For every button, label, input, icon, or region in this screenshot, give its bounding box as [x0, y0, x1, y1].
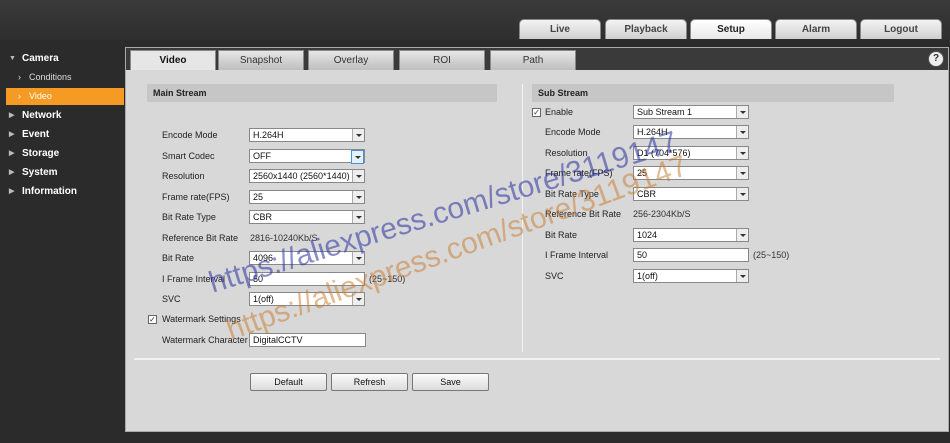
sub-encode-mode-select[interactable]: H.264H: [633, 125, 749, 139]
main-ref-bit-rate-value: 2816-10240Kb/S: [250, 233, 318, 243]
main-i-frame-label: I Frame Interval: [162, 274, 226, 284]
triangle-down-icon: ▼: [9, 55, 16, 62]
chevron-down-icon: [352, 170, 364, 182]
save-button[interactable]: Save: [412, 373, 489, 391]
main-bit-rate-type-label: Bit Rate Type: [162, 212, 216, 222]
sub-i-frame-range: (25~150): [753, 250, 790, 260]
tab-playback[interactable]: Playback: [605, 19, 687, 39]
tab-video[interactable]: Video: [130, 50, 216, 70]
triangle-right-icon: ▶: [9, 150, 15, 157]
sub-bit-rate-type-label: Bit Rate Type: [545, 189, 599, 199]
triangle-right-icon: ▶: [9, 169, 15, 176]
main-encode-mode-label: Encode Mode: [162, 130, 218, 140]
stream-divider: [522, 84, 523, 352]
chevron-down-icon: [736, 229, 748, 241]
chevron-right-icon: ›: [18, 91, 21, 101]
main-bit-rate-select[interactable]: 4096: [249, 251, 365, 265]
watermark-char-input[interactable]: DigitalCCTV: [249, 333, 366, 347]
sidebar-item-system[interactable]: ▶ System: [0, 164, 124, 182]
sidebar-item-network[interactable]: ▶ Network: [0, 107, 124, 125]
sidebar-item-video[interactable]: › Video: [6, 88, 124, 105]
default-button[interactable]: Default: [250, 373, 327, 391]
chevron-down-icon: [736, 188, 748, 200]
chevron-down-icon: [736, 147, 748, 159]
main-frame-rate-select[interactable]: 25: [249, 190, 365, 204]
triangle-right-icon: ▶: [9, 112, 15, 119]
sub-enable-label: Enable: [545, 107, 574, 117]
sub-frame-rate-select[interactable]: 25: [633, 166, 749, 180]
main-i-frame-input[interactable]: 50: [249, 272, 365, 286]
main-svc-select[interactable]: 1(off): [249, 292, 365, 306]
tab-alarm[interactable]: Alarm: [775, 19, 857, 39]
main-stream-header: Main Stream: [147, 84, 497, 102]
help-icon[interactable]: ?: [928, 51, 944, 67]
sub-bit-rate-label: Bit Rate: [545, 230, 578, 240]
chevron-down-icon: [352, 129, 364, 141]
refresh-button[interactable]: Refresh: [331, 373, 408, 391]
sub-svc-label: SVC: [545, 271, 564, 281]
sidebar-item-camera[interactable]: ▼ Camera: [0, 50, 124, 68]
watermark-char-label: Watermark Character: [162, 335, 248, 345]
main-frame-rate-label: Frame rate(FPS): [162, 192, 230, 202]
watermark-checkbox[interactable]: ✓: [148, 315, 157, 324]
sub-stream-header: Sub Stream: [532, 84, 894, 102]
tab-live[interactable]: Live: [519, 19, 601, 39]
main-bit-rate-type-select[interactable]: CBR: [249, 210, 365, 224]
tab-snapshot[interactable]: Snapshot: [218, 50, 304, 70]
main-bit-rate-label: Bit Rate: [162, 253, 195, 263]
sub-stream-select[interactable]: Sub Stream 1: [633, 105, 749, 119]
chevron-down-icon: [351, 150, 364, 164]
sub-enable-checkbox[interactable]: ✓: [532, 108, 541, 117]
sub-i-frame-input[interactable]: 50: [633, 248, 749, 262]
sub-tab-bar: Video Snapshot Overlay ROI Path ?: [126, 48, 948, 70]
triangle-right-icon: ▶: [9, 131, 15, 138]
chevron-down-icon: [736, 167, 748, 179]
sidebar-item-storage[interactable]: ▶ Storage: [0, 145, 124, 163]
sub-i-frame-label: I Frame Interval: [545, 250, 609, 260]
sub-resolution-label: Resolution: [545, 148, 588, 158]
tab-logout[interactable]: Logout: [860, 19, 942, 39]
main-svc-label: SVC: [162, 294, 181, 304]
chevron-down-icon: [352, 211, 364, 223]
chevron-down-icon: [352, 191, 364, 203]
main-panel: Video Snapshot Overlay ROI Path ? Main S…: [125, 47, 949, 432]
sub-bit-rate-select[interactable]: 1024: [633, 228, 749, 242]
sub-ref-bit-rate-value: 256-2304Kb/S: [633, 209, 691, 219]
chevron-down-icon: [736, 106, 748, 118]
chevron-down-icon: [352, 252, 364, 264]
chevron-down-icon: [736, 270, 748, 282]
main-smart-codec-select[interactable]: OFF: [249, 149, 365, 164]
main-i-frame-range: (25~150): [369, 274, 406, 284]
chevron-down-icon: [352, 293, 364, 305]
sub-encode-mode-label: Encode Mode: [545, 127, 601, 137]
top-bar: Live Playback Setup Alarm Logout: [0, 0, 950, 40]
sidebar-item-event[interactable]: ▶ Event: [0, 126, 124, 144]
watermark-settings-label: Watermark Settings: [162, 314, 241, 324]
sub-svc-select[interactable]: 1(off): [633, 269, 749, 283]
triangle-right-icon: ▶: [9, 188, 15, 195]
main-encode-mode-select[interactable]: H.264H: [249, 128, 365, 142]
tab-overlay[interactable]: Overlay: [308, 50, 394, 70]
chevron-down-icon: [736, 126, 748, 138]
tab-roi[interactable]: ROI: [399, 50, 485, 70]
main-resolution-select[interactable]: 2560x1440 (2560*1440): [249, 169, 365, 183]
chevron-right-icon: ›: [18, 72, 21, 82]
sub-frame-rate-label: Frame rate(FPS): [545, 168, 613, 178]
main-resolution-label: Resolution: [162, 171, 205, 181]
buttons-divider: [134, 358, 940, 360]
tab-path[interactable]: Path: [490, 50, 576, 70]
sidebar: ▼ Camera › Conditions › Video ▶ Network ▶ Eve…: [0, 44, 124, 443]
sidebar-item-information[interactable]: ▶ Information: [0, 183, 124, 201]
sub-ref-bit-rate-label: Reference Bit Rate: [545, 209, 622, 219]
main-ref-bit-rate-label: Reference Bit Rate: [162, 233, 239, 243]
main-smart-codec-label: Smart Codec: [162, 151, 215, 161]
sub-resolution-select[interactable]: D1 (704*576): [633, 146, 749, 160]
sidebar-item-conditions[interactable]: › Conditions: [6, 69, 124, 86]
sub-bit-rate-type-select[interactable]: CBR: [633, 187, 749, 201]
tab-setup[interactable]: Setup: [690, 19, 772, 39]
